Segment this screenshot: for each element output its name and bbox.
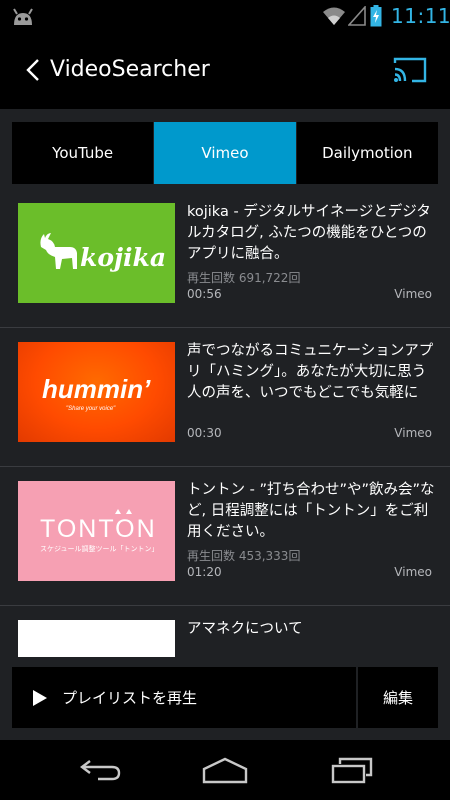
main-content: YouTube Vimeo Dailymotion kojika kojika … bbox=[0, 109, 450, 740]
video-description: 声でつながるコミュニケーションアプリ「ハミング」。あなたが大切に思う人の声を、い… bbox=[187, 343, 434, 401]
tab-dailymotion[interactable]: Dailymotion bbox=[296, 122, 438, 184]
video-source: Vimeo bbox=[394, 565, 432, 579]
view-count: 再生回数 453,333回 bbox=[187, 549, 301, 563]
video-thumbnail-amaneku[interactable] bbox=[18, 620, 175, 657]
cast-icon[interactable] bbox=[392, 55, 428, 85]
hummin-tagline: "Share your voice" bbox=[66, 406, 116, 412]
back-chevron-icon[interactable] bbox=[22, 56, 44, 84]
deer-logo-icon bbox=[40, 233, 77, 269]
play-icon bbox=[33, 689, 47, 706]
pig-ears-icon bbox=[115, 509, 132, 514]
video-list-item[interactable]: hummin’ "Share your voice" 声でつながるコミュニケーシ… bbox=[0, 328, 450, 467]
playlist-bar: プレイリストを再生 編集 bbox=[12, 667, 438, 728]
video-duration: 01:20 bbox=[187, 565, 222, 579]
video-thumbnail-tonton[interactable]: TONTON スケジュール調整ツール「トントン」 bbox=[18, 481, 175, 581]
video-duration: 00:56 bbox=[187, 287, 222, 301]
tab-vimeo[interactable]: Vimeo bbox=[154, 122, 296, 184]
video-list-item[interactable]: kojika kojika - デジタルサイネージとデジタルカタログ, ふたつの… bbox=[0, 189, 450, 328]
video-thumbnail-kojika[interactable]: kojika bbox=[18, 203, 175, 303]
source-tabs: YouTube Vimeo Dailymotion bbox=[12, 122, 438, 184]
video-list-item[interactable]: アマネクについて bbox=[0, 606, 450, 657]
wifi-icon bbox=[323, 7, 345, 25]
battery-charging-icon bbox=[370, 5, 382, 27]
video-source: Vimeo bbox=[394, 426, 432, 440]
play-playlist-label: プレイリストを再生 bbox=[62, 689, 198, 707]
video-list-item[interactable]: TONTON スケジュール調整ツール「トントン」 トントン - ”打ち合わせ”や… bbox=[0, 467, 450, 606]
video-thumbnail-hummin[interactable]: hummin’ "Share your voice" bbox=[18, 342, 175, 442]
clock: 11:11 bbox=[391, 4, 450, 28]
tonton-logo-text: TONTON bbox=[40, 515, 157, 543]
app-title: VideoSearcher bbox=[50, 57, 210, 82]
android-debug-icon bbox=[13, 8, 33, 25]
tonton-tagline: スケジュール調整ツール「トントン」 bbox=[40, 544, 159, 553]
tab-youtube[interactable]: YouTube bbox=[12, 122, 154, 184]
view-count: 再生回数 691,722回 bbox=[187, 271, 301, 285]
video-description: kojika - デジタルサイネージとデジタルカタログ, ふたつの機能をひとつの… bbox=[187, 204, 431, 262]
system-nav-bar bbox=[0, 740, 450, 800]
edit-button[interactable]: 編集 bbox=[358, 667, 438, 728]
kojika-logo-text: kojika bbox=[80, 243, 166, 272]
cellular-signal-icon bbox=[348, 6, 366, 26]
hummin-logo-text: hummin’ bbox=[42, 374, 151, 404]
nav-recent-apps-icon[interactable] bbox=[330, 755, 374, 785]
play-playlist-button[interactable]: プレイリストを再生 bbox=[12, 667, 356, 728]
nav-back-icon[interactable] bbox=[78, 755, 122, 785]
video-description: アマネクについて bbox=[187, 621, 303, 637]
nav-home-icon[interactable] bbox=[201, 755, 249, 785]
action-bar: VideoSearcher bbox=[0, 33, 450, 109]
video-list[interactable]: kojika kojika - デジタルサイネージとデジタルカタログ, ふたつの… bbox=[0, 189, 450, 657]
video-source: Vimeo bbox=[394, 287, 432, 301]
video-description: トントン - ”打ち合わせ”や”飲み会”など, 日程調整には「トントン」をご利用… bbox=[187, 482, 435, 540]
status-bar: 11:11 bbox=[0, 0, 450, 33]
video-duration: 00:30 bbox=[187, 426, 222, 440]
